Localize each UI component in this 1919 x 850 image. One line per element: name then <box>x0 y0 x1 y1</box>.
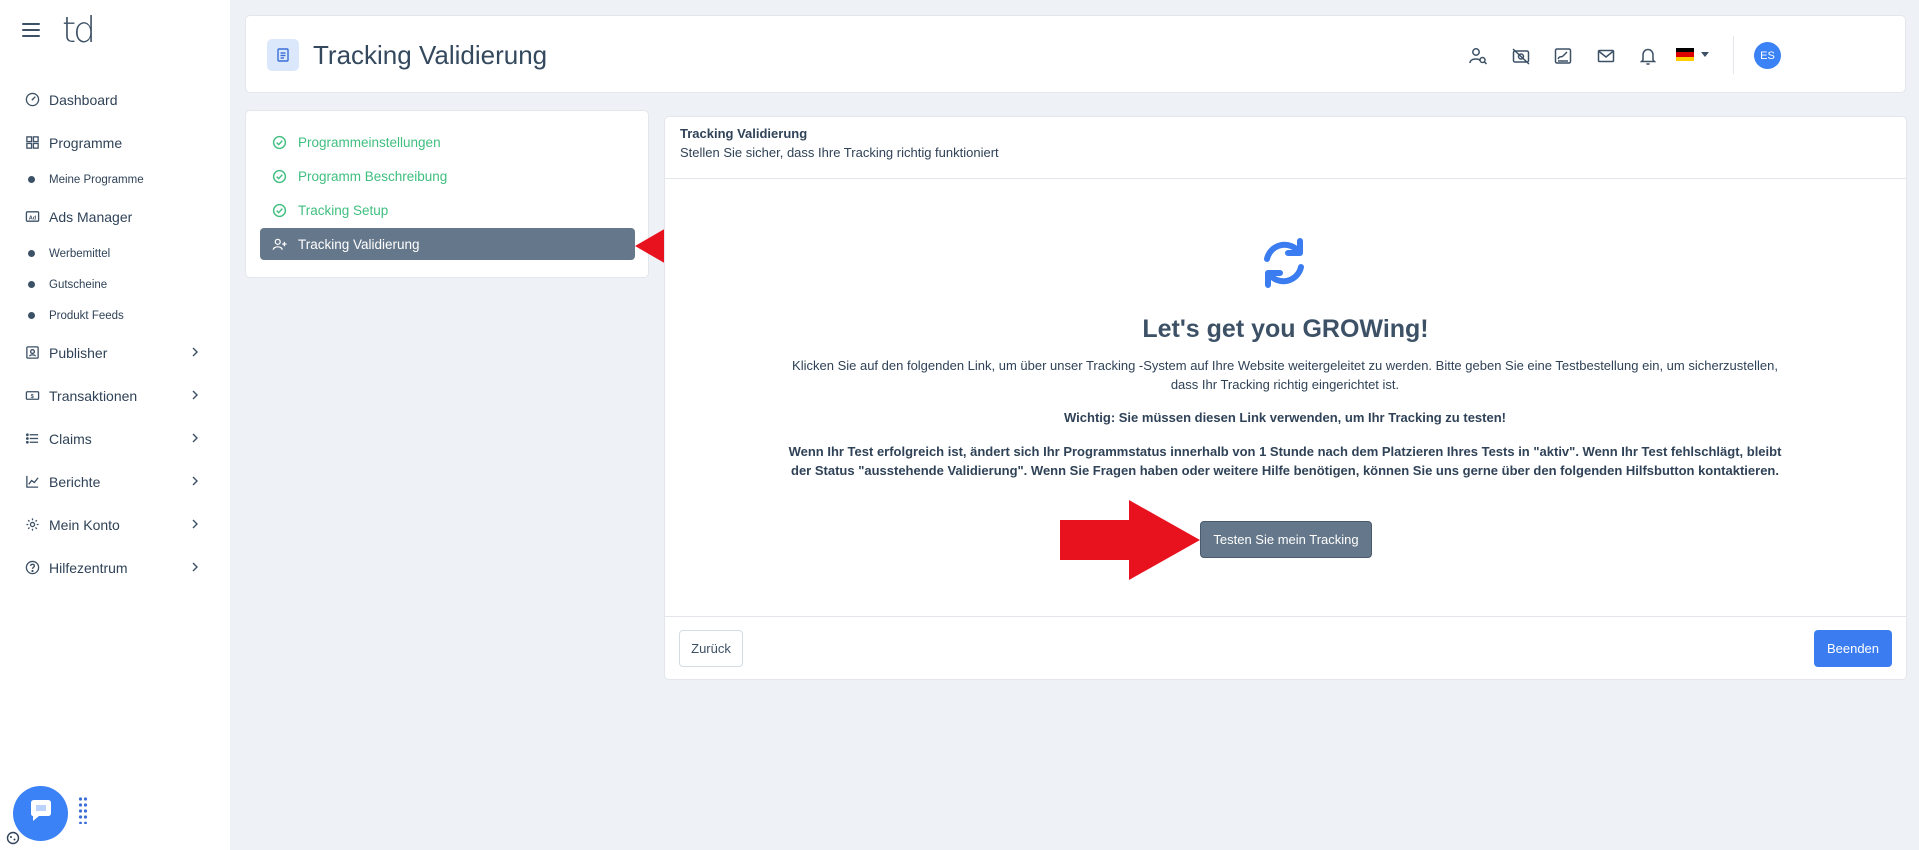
sidebar-item-label: Berichte <box>49 473 101 490</box>
sidebar-item-programme[interactable]: Programme <box>0 121 230 164</box>
check-circle-icon <box>272 169 287 184</box>
help-circle-icon <box>24 560 40 576</box>
check-circle-icon <box>272 135 287 150</box>
flag-de-icon[interactable] <box>1676 48 1694 61</box>
gear-icon <box>24 517 40 533</box>
sidebar-subitem-label: Produkt Feeds <box>49 309 124 322</box>
sidebar: td Dashboard Programme Meine Programme A… <box>0 0 230 850</box>
sidebar-item-label: Publisher <box>49 344 108 361</box>
signature-icon[interactable] <box>1553 46 1573 66</box>
annotation-arrow-right <box>1060 500 1200 580</box>
step-label: Programmeinstellungen <box>298 134 441 150</box>
sidebar-item-label: Mein Konto <box>49 516 120 533</box>
sidebar-item-label: Transaktionen <box>49 387 138 404</box>
bullet-icon <box>28 312 35 319</box>
avatar[interactable]: ES <box>1754 42 1781 69</box>
user-search-icon[interactable] <box>1468 46 1488 66</box>
bullet-icon <box>28 281 35 288</box>
wizard-steps: Programmeinstellungen Programm Beschreib… <box>245 110 649 278</box>
page-title: Tracking Validierung <box>313 40 548 70</box>
chevron-right-icon <box>188 517 202 531</box>
validation-card: Tracking Validierung Stellen Sie sicher,… <box>664 116 1907 680</box>
document-icon <box>267 39 299 71</box>
step-tracking-setup[interactable]: Tracking Setup <box>260 194 635 226</box>
sidebar-item-label: Programme <box>49 134 123 151</box>
logo[interactable]: td <box>62 10 96 51</box>
step-tracking-validierung[interactable]: Tracking Validierung <box>260 228 635 260</box>
back-button[interactable]: Zurück <box>679 630 743 667</box>
card-footer-divider <box>665 616 1906 617</box>
intro-text: Klicken Sie auf den folgenden Link, um ü… <box>792 358 1778 392</box>
headline: Let's get you GROWing! <box>1142 315 1429 343</box>
sidebar-item-label: Hilfezentrum <box>49 559 128 576</box>
chat-button[interactable] <box>13 786 68 841</box>
chevron-right-icon <box>188 474 202 488</box>
sidebar-item-publisher[interactable]: Publisher <box>0 331 230 374</box>
grid-icon <box>24 135 40 151</box>
card-subtitle: Stellen Sie sicher, dass Ihre Tracking r… <box>680 145 999 160</box>
menu-toggle-icon[interactable] <box>22 23 40 37</box>
finish-button[interactable]: Beenden <box>1814 630 1892 667</box>
id-card-icon <box>24 345 40 361</box>
list-icon <box>24 431 40 447</box>
bullet-icon <box>28 176 35 183</box>
step-programm-beschreibung[interactable]: Programm Beschreibung <box>260 160 635 192</box>
header-divider <box>1733 36 1734 74</box>
sidebar-item-ads-manager[interactable]: Ad Ads Manager <box>0 195 230 238</box>
ad-icon: Ad <box>24 209 40 225</box>
sidebar-item-berichte[interactable]: Berichte <box>0 460 230 503</box>
sidebar-item-hilfezentrum[interactable]: Hilfezentrum <box>0 546 230 589</box>
info-text: Wenn Ihr Test erfolgreich ist, ändert si… <box>788 444 1782 478</box>
sidebar-item-dashboard[interactable]: Dashboard <box>0 78 230 121</box>
step-label: Tracking Validierung <box>298 236 420 252</box>
sidebar-item-label: Claims <box>49 430 92 447</box>
sidebar-subitem-label: Werbemittel <box>49 247 111 260</box>
sidebar-subitem-meine-programme[interactable]: Meine Programme <box>0 164 230 195</box>
sync-icon <box>1256 235 1312 291</box>
svg-text:Ad: Ad <box>28 215 36 221</box>
sidebar-subitem-werbemittel[interactable]: Werbemittel <box>0 238 230 269</box>
step-label: Programm Beschreibung <box>298 168 448 184</box>
drag-handle-icon[interactable] <box>78 796 88 825</box>
sidebar-item-mein-konto[interactable]: Mein Konto <box>0 503 230 546</box>
chevron-right-icon <box>188 431 202 445</box>
mail-icon[interactable] <box>1596 46 1616 66</box>
chat-bubble-icon <box>27 797 55 830</box>
step-label: Tracking Setup <box>298 202 389 218</box>
chevron-down-icon[interactable] <box>1701 52 1709 57</box>
user-plus-icon <box>272 237 287 252</box>
test-tracking-button[interactable]: Testen Sie mein Tracking <box>1200 521 1372 558</box>
sidebar-subitem-label: Gutscheine <box>49 278 108 291</box>
cookie-icon[interactable] <box>6 831 20 845</box>
chart-line-icon <box>24 474 40 490</box>
sidebar-nav: Dashboard Programme Meine Programme Ad A… <box>0 78 230 589</box>
sidebar-subitem-produkt-feeds[interactable]: Produkt Feeds <box>0 300 230 331</box>
important-text: Wichtig: Sie müssen diesen Link verwende… <box>1064 410 1506 425</box>
card-title: Tracking Validierung <box>680 126 808 141</box>
bell-icon[interactable] <box>1638 46 1658 66</box>
sidebar-item-label: Ads Manager <box>49 208 133 225</box>
check-circle-icon <box>272 203 287 218</box>
money-icon: $ <box>24 388 40 404</box>
page-header: Tracking Validierung ES <box>245 15 1906 93</box>
no-camera-icon[interactable] <box>1511 46 1531 66</box>
dashboard-icon <box>24 92 40 108</box>
chevron-right-icon <box>188 345 202 359</box>
sidebar-item-claims[interactable]: Claims <box>0 417 230 460</box>
sidebar-subitem-label: Meine Programme <box>49 173 144 186</box>
step-programmeinstellungen[interactable]: Programmeinstellungen <box>260 126 635 158</box>
chevron-right-icon <box>188 388 202 402</box>
bullet-icon <box>28 250 35 257</box>
sidebar-item-transaktionen[interactable]: $ Transaktionen <box>0 374 230 417</box>
card-header: Tracking Validierung Stellen Sie sicher,… <box>665 117 1906 179</box>
sidebar-subitem-gutscheine[interactable]: Gutscheine <box>0 269 230 300</box>
chevron-right-icon <box>188 560 202 574</box>
sidebar-item-label: Dashboard <box>49 91 118 108</box>
